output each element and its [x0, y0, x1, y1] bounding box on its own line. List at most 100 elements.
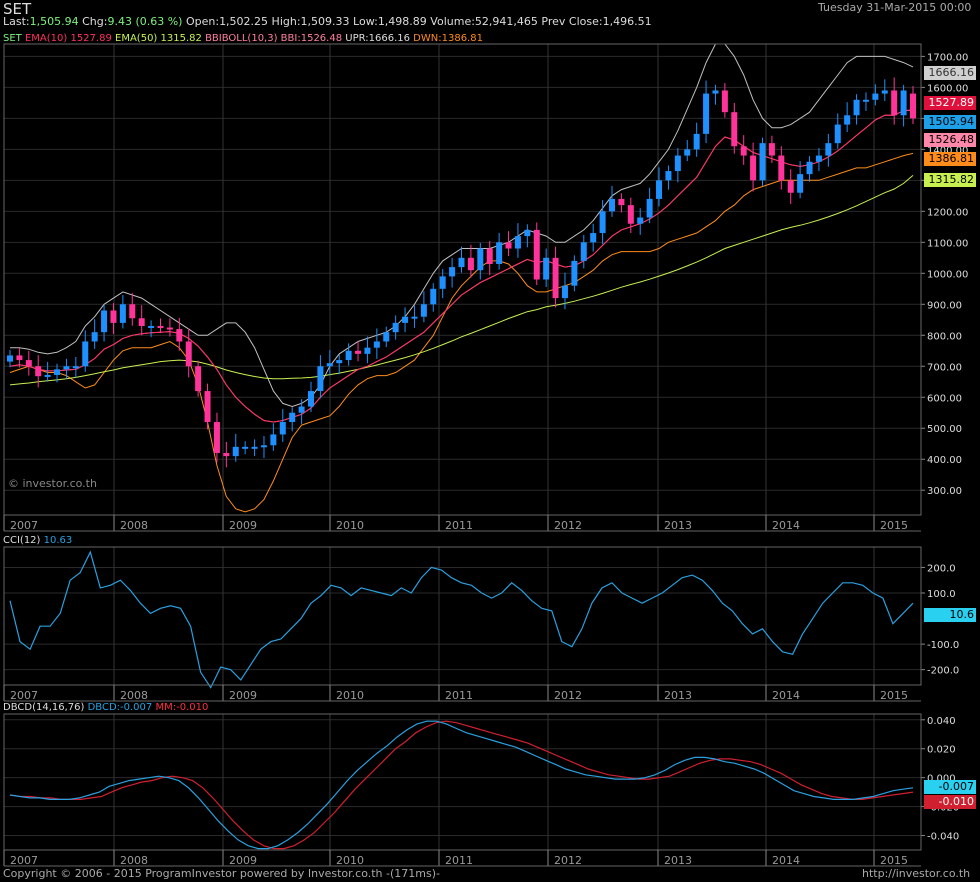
x-tick-label: 2012 [554, 854, 582, 867]
cci-ytick-label: 100.0 [927, 589, 956, 600]
cci-line [9, 550, 914, 689]
candle-body [496, 242, 503, 265]
candle-body [580, 242, 587, 261]
dwn-tag: 1386.81 [924, 152, 976, 166]
dbcd-title: DBCD(14,16,76) [3, 702, 85, 713]
cci-title: CCI(12) [3, 535, 41, 546]
price-ytick-label: 900.00 [927, 300, 962, 311]
candle-body [439, 276, 446, 289]
candle-body [176, 329, 183, 342]
candle-body [402, 316, 409, 323]
dbcd-value: DBCD:-0.007 [87, 702, 153, 713]
candle-body [693, 133, 700, 150]
candle-body [533, 229, 540, 280]
candle-body [364, 347, 371, 354]
candle-body [101, 310, 108, 333]
candle-body [514, 236, 521, 249]
candle-body [862, 99, 869, 102]
x-tick-label: 2013 [664, 689, 692, 702]
footer-link[interactable]: http://investor.co.th [862, 867, 970, 880]
candle-body [853, 99, 860, 116]
watermark: © investor.co.th [8, 477, 97, 490]
candle-body [138, 318, 145, 326]
candle-body [552, 257, 559, 299]
candle-body [35, 366, 42, 377]
x-tick-label: 2010 [336, 854, 364, 867]
candle-body [289, 412, 296, 423]
dbcd-line [9, 720, 914, 850]
candle-body [656, 180, 663, 199]
x-tick-label: 2011 [445, 519, 473, 532]
dbcd-pane [9, 720, 914, 850]
chart-canvas[interactable]: 300.00 400.00 500.00 600.00 700.00 800.00 900.… [0, 0, 980, 882]
candle-body [166, 327, 173, 330]
dbcd-ytick-label: 0.020 [927, 745, 956, 756]
upr-line [10, 43, 914, 408]
candle-body [834, 124, 841, 144]
cci-ytick-label: -200.0 [927, 666, 959, 677]
candle-body [665, 171, 672, 181]
cci-pane [9, 550, 914, 689]
x-tick-label: 2011 [445, 689, 473, 702]
mm-tag: -0.010 [924, 795, 976, 809]
mm-value: MM:-0.010 [155, 702, 209, 713]
cci-tag: 10.6 [924, 608, 976, 622]
candle-body [477, 248, 484, 271]
price-pane [7, 43, 916, 513]
price-ytick-label: 1000.00 [927, 269, 968, 280]
candle-body [844, 115, 851, 125]
candle-body [872, 93, 879, 100]
candle-body [326, 363, 333, 367]
x-tick-label: 2007 [10, 854, 38, 867]
candle-body [411, 316, 418, 319]
candle-body [270, 434, 277, 446]
price-ytick-label: 300.00 [927, 486, 962, 497]
candle-body [213, 422, 220, 454]
x-tick-label: 2009 [229, 854, 257, 867]
candle-body [251, 446, 258, 449]
candle-body [308, 391, 314, 407]
dwn-line [9, 152, 914, 513]
candle-body [543, 257, 550, 280]
candle-body [204, 391, 211, 423]
candle-body [740, 146, 747, 156]
candle-body [637, 217, 644, 224]
candle-body [129, 304, 136, 319]
x-tick-label: 2015 [880, 519, 908, 532]
price-ytick-label: 800.00 [927, 331, 962, 342]
bbi-tag: 1526.48 [924, 133, 976, 147]
candle-body [910, 93, 916, 119]
candle-body [759, 143, 766, 181]
ema50-line [9, 175, 914, 386]
candle-body [703, 93, 710, 134]
price-ytick-label: 600.00 [927, 393, 962, 404]
candle-body [627, 205, 634, 224]
dbcd-ytick-label: 0.040 [927, 716, 956, 727]
candle-body [373, 341, 380, 348]
chart-window: SET Tuesday 31-Mar-2015 00:00 Last:1,505… [0, 0, 980, 882]
candle-body [797, 174, 804, 193]
candle-body [674, 155, 681, 172]
x-tick-label: 2015 [880, 689, 908, 702]
candle-body [815, 155, 822, 162]
x-tick-label: 2008 [120, 854, 148, 867]
candle-body [590, 233, 597, 243]
ema10-tag: 1527.89 [924, 96, 976, 110]
candle-body [609, 198, 615, 212]
candle-body [279, 422, 286, 435]
x-tick-label: 2014 [772, 689, 800, 702]
candle-body [336, 360, 343, 364]
x-tick-label: 2010 [336, 689, 364, 702]
candle-body [260, 445, 267, 448]
candle-body [787, 180, 794, 193]
candle-body [524, 229, 531, 237]
price-ytick-label: 1700.00 [927, 52, 968, 63]
dbcd-ytick-label: -0.040 [927, 832, 959, 843]
x-tick-label: 2015 [880, 854, 908, 867]
candle-body [768, 143, 775, 156]
price-ytick-label: 1200.00 [927, 207, 968, 218]
mm-line [9, 720, 914, 850]
x-tick-label: 2007 [10, 689, 38, 702]
x-tick-label: 2008 [120, 519, 148, 532]
candle-body [91, 332, 98, 342]
